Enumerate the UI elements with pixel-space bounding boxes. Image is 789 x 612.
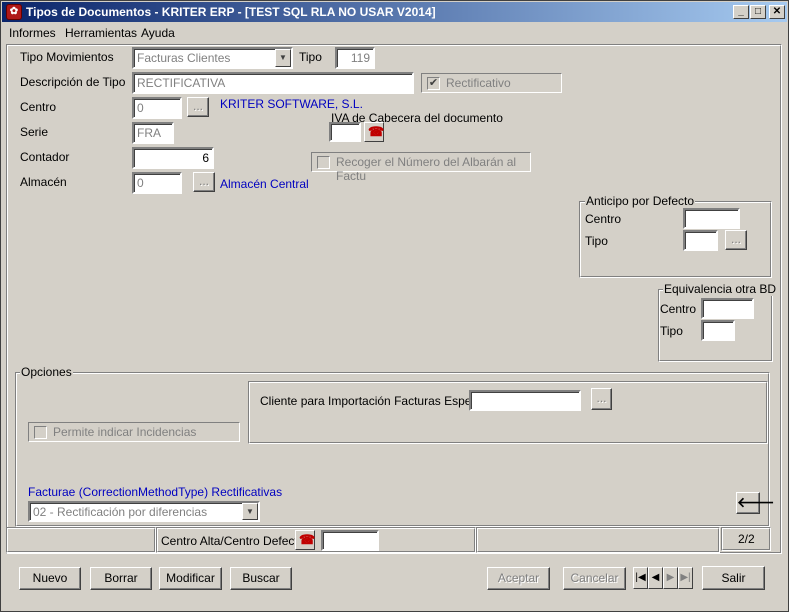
last-record-icon: ▶| [680, 572, 691, 583]
permite-incidencias-label: Permite indicar Incidencias [53, 425, 197, 439]
borrar-button[interactable]: Borrar [90, 567, 152, 590]
cancelar-button[interactable]: Cancelar [563, 567, 626, 590]
first-record-icon: |◀ [635, 572, 646, 583]
iva-cabecera-field[interactable] [329, 122, 361, 142]
facturae-label: Facturae (CorrectionMethodType) Rectific… [28, 485, 283, 499]
back-arrow-button[interactable]: 🡐 [736, 492, 775, 514]
rectificativo-label: Rectificativo [446, 76, 511, 90]
equivalencia-tipo-field[interactable] [701, 320, 735, 341]
almacen-lookup-button[interactable]: ... [193, 172, 215, 192]
phone-icon: ☎ [368, 124, 385, 139]
anticipo-lookup-button[interactable]: ... [725, 230, 747, 250]
buscar-button[interactable]: Buscar [230, 567, 292, 590]
chevron-down-icon[interactable]: ▼ [275, 49, 291, 67]
tipo-label: Tipo [299, 50, 322, 64]
equivalencia-centro-field[interactable] [701, 298, 754, 319]
anticipo-centro-label: Centro [585, 212, 622, 226]
anticipo-tipo-field[interactable] [683, 230, 718, 251]
close-button[interactable]: ✕ [769, 5, 785, 19]
checkmark-icon: ✔ [427, 77, 440, 90]
centro-name: KRITER SOFTWARE, S.L. [220, 97, 363, 111]
iva-lookup-button[interactable]: ☎ [364, 122, 384, 142]
nuevo-button[interactable]: Nuevo [19, 567, 81, 590]
tipo-movimientos-value: Facturas Clientes [137, 51, 231, 65]
centro-alta-field[interactable] [321, 530, 379, 551]
contador-field[interactable]: 6 [132, 147, 214, 169]
menu-bar: Informes Herramientas Ayuda [2, 23, 787, 43]
minimize-button[interactable]: _ [733, 5, 749, 19]
serie-label: Serie [20, 125, 49, 139]
tipo-field[interactable]: 119 [335, 47, 375, 69]
maximize-button[interactable]: □ [750, 5, 766, 19]
record-count: 2/2 [738, 532, 755, 546]
centro-lookup-button[interactable]: ... [187, 97, 209, 117]
opciones-title: Opciones [20, 365, 73, 379]
aceptar-button[interactable]: Aceptar [487, 567, 550, 590]
descripcion-field[interactable]: RECTIFICATIVA [132, 72, 414, 94]
app-icon: ✿ [6, 4, 22, 20]
contador-label: Contador [20, 150, 70, 164]
checkbox-box [317, 156, 330, 169]
tipo-movimientos-select[interactable]: Facturas Clientes ▼ [132, 47, 293, 69]
centro-alta-label: Centro Alta/Centro Defecto [161, 534, 305, 548]
almacen-label: Almacén [20, 175, 67, 189]
anticipo-tipo-label: Tipo [585, 234, 608, 248]
arrow-left-icon: 🡐 [737, 494, 775, 510]
equivalencia-title: Equivalencia otra BD [663, 282, 778, 296]
next-record-button[interactable]: ▶ [663, 567, 678, 589]
descripcion-label: Descripción de Tipo [20, 75, 126, 89]
rectificativo-checkbox[interactable]: ✔ Rectificativo [421, 73, 562, 93]
equivalencia-tipo-label: Tipo [660, 324, 683, 338]
centro-alta-lookup-button[interactable]: ☎ [295, 530, 315, 550]
chevron-down-icon[interactable]: ▼ [242, 503, 258, 520]
menu-herramientas[interactable]: Herramientas [65, 26, 137, 40]
permite-incidencias-checkbox[interactable]: Permite indicar Incidencias [28, 422, 240, 442]
facturae-value: 02 - Rectificación por diferencias [33, 505, 208, 519]
almacen-name: Almacén Central [220, 177, 309, 191]
modificar-button[interactable]: Modificar [159, 567, 222, 590]
anticipo-title: Anticipo por Defecto [585, 194, 696, 208]
prev-record-icon: ◀ [651, 572, 660, 583]
salir-button[interactable]: Salir [702, 566, 765, 590]
status-cell-mid [476, 527, 720, 553]
tipo-movimientos-label: Tipo Movimientos [20, 50, 114, 64]
facturae-select[interactable]: 02 - Rectificación por diferencias ▼ [28, 501, 260, 522]
first-record-button[interactable]: |◀ [633, 567, 648, 589]
phone-icon: ☎ [299, 532, 316, 547]
main-window: ✿ Tipos de Documentos - KRITER ERP - [TE… [0, 0, 789, 612]
next-record-icon: ▶ [666, 572, 675, 583]
recoger-albaran-checkbox[interactable]: Recoger el Número del Albarán al Factu [311, 152, 531, 183]
cliente-importacion-field[interactable] [469, 390, 581, 411]
almacen-field[interactable]: 0 [132, 172, 182, 194]
checkbox-box [34, 426, 47, 439]
cliente-importacion-label: Cliente para Importación Facturas Especi… [260, 394, 497, 408]
prev-record-button[interactable]: ◀ [648, 567, 663, 589]
serie-field[interactable]: FRA [132, 122, 174, 144]
last-record-button[interactable]: ▶| [678, 567, 693, 589]
window-title: Tipos de Documentos - KRITER ERP - [TEST… [26, 5, 436, 19]
title-bar[interactable]: ✿ Tipos de Documentos - KRITER ERP - [TE… [2, 2, 787, 22]
menu-informes[interactable]: Informes [9, 26, 56, 40]
centro-label: Centro [20, 100, 57, 114]
recoger-albaran-label: Recoger el Número del Albarán al Factu [336, 155, 517, 183]
anticipo-centro-field[interactable] [683, 208, 740, 229]
menu-ayuda[interactable]: Ayuda [141, 26, 175, 40]
status-cell-left [6, 527, 156, 553]
centro-field[interactable]: 0 [132, 97, 182, 119]
cliente-lookup-button[interactable]: ... [591, 388, 612, 410]
equivalencia-centro-label: Centro [660, 302, 697, 316]
